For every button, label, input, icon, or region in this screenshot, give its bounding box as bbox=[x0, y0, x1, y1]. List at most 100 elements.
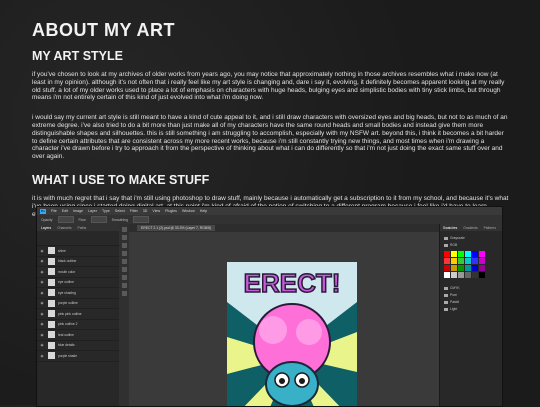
ps-menu-filter: Filter bbox=[129, 209, 138, 213]
layer-thumbnail bbox=[48, 352, 55, 360]
hand-tool-icon bbox=[121, 283, 127, 288]
photoshop-logo-icon: Ps bbox=[40, 208, 46, 214]
color-swatch bbox=[451, 265, 457, 271]
type-tool-icon bbox=[121, 275, 127, 280]
ps-layer-row: ◉ pink pink outline bbox=[37, 309, 119, 320]
layer-thumbnail bbox=[48, 278, 55, 286]
folder-icon bbox=[444, 243, 448, 247]
color-swatch bbox=[472, 258, 478, 264]
swatch-folder: CMYK bbox=[444, 286, 460, 290]
ps-document-title: ERECT 2.1 (2).psd @ 33.3% (Layer 7, RGB/… bbox=[137, 225, 216, 231]
ps-tab-channels: Channels bbox=[57, 225, 72, 230]
paragraph-art-style-2: i would say my current art style is stil… bbox=[32, 114, 508, 161]
color-swatch bbox=[458, 251, 464, 257]
eye-icon: ◉ bbox=[40, 332, 44, 337]
color-swatch bbox=[451, 258, 457, 264]
ps-swatches-panel: Swatches Gradients Patterns Grayscale RG… bbox=[439, 224, 502, 406]
swatch-folder: Pure bbox=[444, 293, 457, 297]
layer-name: pink pink outline bbox=[58, 311, 82, 316]
ps-menu-help: Help bbox=[199, 209, 208, 213]
ps-option-flow-box bbox=[90, 216, 107, 223]
ps-menu-type: Type bbox=[102, 209, 110, 213]
eye-icon: ◉ bbox=[40, 290, 44, 295]
swatch-folder: RGB bbox=[444, 243, 457, 247]
folder-icon bbox=[444, 307, 448, 311]
layer-name: eye outline bbox=[58, 280, 74, 285]
layer-thumbnail bbox=[48, 341, 55, 349]
layer-thumbnail bbox=[48, 268, 55, 276]
ps-option-smoothing-box bbox=[132, 216, 149, 223]
paragraph-art-style-1: if you've chosen to look at my archives … bbox=[32, 71, 505, 102]
layer-thumbnail bbox=[48, 257, 55, 265]
layer-thumbnail bbox=[48, 247, 55, 255]
ps-canvas-area: ERECT 2.1 (2).psd @ 33.3% (Layer 7, RGB/… bbox=[129, 224, 440, 406]
layer-thumbnail bbox=[48, 289, 55, 297]
artwork-title-text: ERECT! bbox=[244, 268, 341, 298]
eye-icon: ◉ bbox=[40, 311, 44, 316]
ps-layer-row: ◉ purple shade bbox=[37, 351, 119, 362]
color-swatch bbox=[465, 272, 471, 278]
section-title-art-style: MY ART STYLE bbox=[32, 49, 123, 63]
color-swatch bbox=[451, 272, 457, 278]
color-swatch bbox=[444, 251, 450, 257]
ps-option-flow: Flow bbox=[78, 217, 86, 222]
color-swatch bbox=[472, 251, 478, 257]
ps-menu-select: Select bbox=[114, 209, 125, 213]
color-swatch bbox=[465, 265, 471, 271]
color-swatch bbox=[479, 251, 485, 257]
color-swatch bbox=[479, 258, 485, 264]
ps-option-opacity-box bbox=[57, 216, 74, 223]
brush-tool-icon bbox=[121, 251, 127, 256]
eye-icon: ◉ bbox=[40, 259, 44, 264]
artwork-illustration: ERECT! bbox=[227, 267, 357, 406]
content: ABOUT MY ART MY ART STYLE if you've chos… bbox=[32, 20, 510, 224]
color-swatch bbox=[479, 265, 485, 271]
color-swatch bbox=[472, 272, 478, 278]
ps-menu-view: View bbox=[152, 209, 161, 213]
eye-icon: ◉ bbox=[40, 353, 44, 358]
layer-thumbnail bbox=[48, 299, 55, 307]
color-swatch bbox=[458, 265, 464, 271]
layer-name: mouth color bbox=[58, 269, 76, 274]
ps-tab-layers: Layers bbox=[41, 225, 52, 230]
ps-menu-plugins: Plugins bbox=[165, 209, 177, 213]
ps-document-tab: ERECT 2.1 (2).psd @ 33.3% (Layer 7, RGB/… bbox=[129, 224, 440, 232]
ps-layer-row: ◉ black outline bbox=[37, 257, 119, 267]
ps-layer-row: ◉ mouth color bbox=[37, 267, 119, 278]
eye-icon: ◉ bbox=[40, 269, 44, 274]
ps-layer-row: ◉ pink outline 2 bbox=[37, 320, 119, 330]
section-title-tools: WHAT I USE TO MAKE STUFF bbox=[32, 172, 210, 187]
color-swatch bbox=[479, 272, 485, 278]
color-swatch bbox=[465, 251, 471, 257]
ps-tab-gradients: Gradients bbox=[463, 225, 478, 230]
ps-menu-3d: 3D bbox=[142, 209, 148, 213]
color-swatch bbox=[472, 265, 478, 271]
layer-name: teal outline bbox=[58, 332, 74, 337]
ps-layer-row: ◉ blue details bbox=[37, 341, 119, 351]
ps-option-smoothing: Smoothing bbox=[111, 217, 128, 222]
ps-menu-layer: Layer bbox=[88, 209, 97, 213]
ps-layer-row: ◉ purple outline bbox=[37, 299, 119, 309]
ps-layer-row: ◉ eye shading bbox=[37, 288, 119, 299]
layer-name: purple outline bbox=[58, 301, 78, 306]
eye-icon: ◉ bbox=[40, 343, 44, 348]
color-swatch bbox=[444, 265, 450, 271]
ps-layer-row: ◉ eye outline bbox=[37, 278, 119, 288]
color-swatch bbox=[465, 258, 471, 264]
ps-layer-row: ◉ teal outline bbox=[37, 330, 119, 341]
ps-tab-paths: Paths bbox=[77, 225, 87, 230]
fill-tool-icon bbox=[121, 267, 127, 272]
eye-icon: ◉ bbox=[40, 248, 44, 253]
color-swatch bbox=[458, 272, 464, 278]
artwork-canvas: ERECT! bbox=[227, 262, 357, 406]
ps-tab-patterns: Patterns bbox=[483, 225, 496, 230]
swatch-folder: Pastel bbox=[444, 300, 459, 304]
ps-layers-panel: Layers Channels Paths ◉ shine ◉ black outl… bbox=[37, 224, 120, 406]
color-swatch bbox=[444, 258, 450, 264]
ps-menu-window: Window bbox=[181, 209, 195, 213]
layer-name: purple shade bbox=[58, 353, 78, 358]
eye-icon: ◉ bbox=[40, 322, 44, 327]
ps-menu-edit: Edit bbox=[61, 209, 68, 213]
zoom-tool-icon bbox=[121, 291, 127, 296]
folder-icon bbox=[444, 293, 448, 297]
